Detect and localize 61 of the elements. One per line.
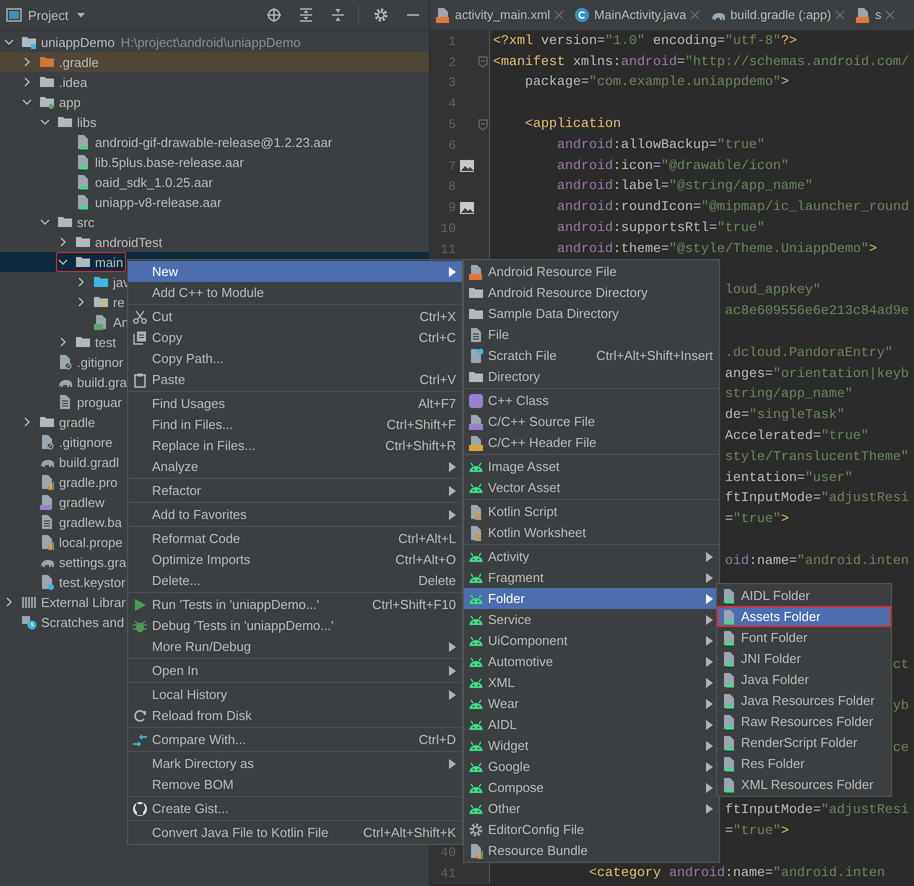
code-line: .dcloud.PandoraEntry" bbox=[724, 346, 893, 361]
code-line: ="true"> bbox=[724, 512, 789, 528]
tree-item-label: test bbox=[95, 334, 116, 350]
code-line: oid:name="android.inten bbox=[724, 554, 909, 569]
code-line: android:label="@string/app_name" bbox=[557, 179, 813, 194]
tree-item-label: gradle bbox=[59, 414, 96, 430]
code-line: android:allowBackup="true" bbox=[557, 138, 765, 153]
code-line: <?xml version="1.0" encoding="utf-8"?> bbox=[493, 34, 797, 49]
code-line: <manifest xmlns:android="http://schemas.android.com/ bbox=[493, 54, 909, 70]
tab-label: build.gradle (:app) bbox=[730, 8, 832, 22]
code-line: ftInputMode="adjustResi bbox=[724, 491, 909, 506]
tree-item-label: local.prope bbox=[59, 534, 123, 550]
tab-label: MainActivity.java bbox=[594, 8, 686, 22]
tree-item-label: .gitignor bbox=[77, 354, 124, 370]
code-line: loud_appkey" bbox=[724, 283, 821, 298]
code-line: package="com.example.uniappdemo"> bbox=[525, 75, 789, 90]
code-line: ce bbox=[892, 740, 909, 756]
code-line: android:icon="@drawable/icon" bbox=[557, 158, 789, 174]
tree-item-label: libs bbox=[77, 114, 97, 130]
project-path: H:\project\android\uniappDemo bbox=[120, 34, 301, 50]
tree-item-label: gradlew bbox=[59, 494, 105, 510]
code-line: string/app_name" bbox=[724, 387, 853, 402]
code-line: android:roundIcon="@mipmap/ic_launcher_round bbox=[557, 200, 909, 216]
tree-item-label: .gradle bbox=[59, 54, 99, 70]
tree-item-label: android-gif-drawable-release@1.2.23.aar bbox=[95, 134, 332, 150]
tree-item-label: External Librar bbox=[41, 594, 126, 610]
tree-item-label: lib.5plus.base-release.aar bbox=[95, 154, 244, 170]
code-line: ="true"> bbox=[724, 824, 789, 840]
tree-item-label: proguar bbox=[77, 394, 122, 410]
tree-item-label: main bbox=[95, 254, 124, 270]
tree-item-label: uniapp-v8-release.aar bbox=[95, 194, 222, 210]
code-line: ct bbox=[892, 658, 909, 673]
code-line: yb bbox=[892, 699, 909, 714]
tree-item-label: gradle.pro bbox=[59, 474, 118, 490]
tree-item-label: .gitignore bbox=[59, 434, 112, 450]
tree-item-label: Scratches and bbox=[41, 614, 124, 630]
tree-item-label: androidTest bbox=[95, 234, 162, 250]
tree-item-label: app bbox=[59, 94, 81, 110]
tab-label: activity_main.xml bbox=[455, 8, 550, 22]
tree-item-label: oaid_sdk_1.0.25.aar bbox=[95, 174, 213, 190]
tree-item-label: build.gradl bbox=[59, 454, 119, 470]
code-line: Accelerated="true" bbox=[724, 429, 869, 444]
tab-label: s bbox=[875, 8, 882, 22]
code-line: android:supportsRtl="true" bbox=[557, 221, 765, 236]
code-line: ientation="user" bbox=[724, 470, 853, 486]
code-line: <category android:name="android.inten bbox=[588, 866, 885, 881]
code-line: android:theme="@style/Theme.UniappDemo"> bbox=[557, 242, 877, 257]
tree-item-label: uniappDemo bbox=[41, 34, 115, 50]
code-line: style/TranslucentTheme" bbox=[724, 450, 909, 465]
tree-item-label: build.gra bbox=[77, 374, 127, 390]
code-line: ftInputMode="adjustResi bbox=[724, 803, 909, 818]
code-line: <application bbox=[525, 117, 621, 132]
tree-item-label: gradlew.ba bbox=[59, 514, 122, 530]
tree-item-label: re bbox=[113, 294, 125, 310]
tree-item-label: src bbox=[77, 214, 94, 230]
code-line: de="singleTask" bbox=[724, 408, 845, 424]
tree-item-label: settings.gra bbox=[59, 554, 126, 570]
code-line: anges="orientation|keyb bbox=[724, 366, 909, 382]
tree-item-label: .idea bbox=[59, 74, 88, 90]
code-line: ac8e609556e6e213c84ad9e bbox=[724, 304, 909, 320]
tree-item-label: test.keystor bbox=[59, 574, 126, 590]
